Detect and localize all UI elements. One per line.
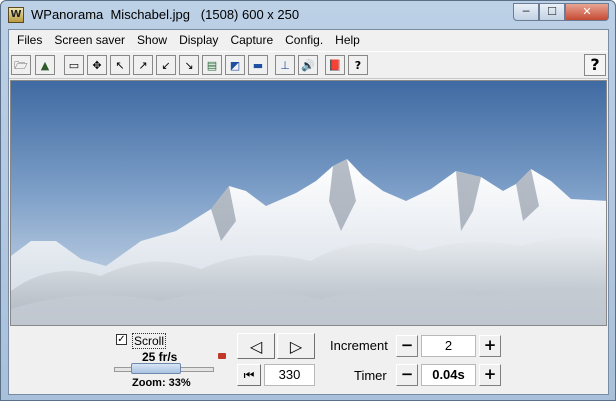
menu-bar: Files Screen saver Show Display Capture …: [9, 30, 608, 50]
timer-label: Timer: [354, 368, 387, 383]
fps-readout: 25 fr/s: [142, 350, 178, 364]
increment-field[interactable]: 2: [421, 335, 476, 357]
menu-capture[interactable]: Capture: [224, 30, 279, 50]
menu-screen-saver[interactable]: Screen saver: [48, 30, 131, 50]
scroll-checkbox[interactable]: ✓: [116, 334, 127, 345]
increment-plus-button[interactable]: +: [479, 335, 501, 357]
title-bar[interactable]: W WPanorama Mischabel.jpg (1508) 600 x 2…: [1, 1, 615, 29]
arrow-down-right-icon[interactable]: ↘: [179, 55, 199, 75]
menu-files[interactable]: Files: [11, 30, 48, 50]
panorama-icon[interactable]: ▤: [202, 55, 222, 75]
next-button[interactable]: ▷: [277, 333, 315, 359]
control-panel: ✓ Scroll 25 fr/s Zoom: 33% ◁ ▷ ⏮ 330 Inc…: [9, 328, 608, 394]
position-field[interactable]: 330: [264, 364, 315, 386]
zoom-readout: Zoom: 33%: [132, 377, 191, 389]
help-button[interactable]: ?: [584, 54, 606, 76]
menu-display[interactable]: Display: [173, 30, 224, 50]
timer-plus-button[interactable]: +: [479, 364, 501, 386]
book-icon[interactable]: 📕: [325, 55, 345, 75]
client-area: Files Screen saver Show Display Capture …: [8, 29, 609, 395]
window-title: WPanorama Mischabel.jpg (1508) 600 x 250: [31, 7, 300, 22]
timer-field[interactable]: 0.04s: [421, 364, 476, 386]
close-button[interactable]: ✕: [565, 3, 609, 21]
window-controls: ─ ☐ ✕: [513, 3, 609, 21]
arrow-up-right-icon[interactable]: ↗: [133, 55, 153, 75]
zoom-slider-thumb[interactable]: [130, 363, 181, 374]
help-book-icon[interactable]: ?: [348, 55, 368, 75]
menu-config[interactable]: Config.: [279, 30, 329, 50]
timer-minus-button[interactable]: −: [396, 364, 418, 386]
panorama-viewport[interactable]: [10, 80, 607, 326]
maximize-button[interactable]: ☐: [539, 3, 565, 21]
arrow-up-left-icon[interactable]: ↖: [110, 55, 130, 75]
move-icon[interactable]: ✥: [87, 55, 107, 75]
tripod-icon[interactable]: ⊥: [275, 55, 295, 75]
app-icon[interactable]: W: [8, 7, 24, 23]
speaker-icon[interactable]: 🔊: [298, 55, 318, 75]
picture-icon[interactable]: ▲: [35, 55, 55, 75]
open-file-icon[interactable]: 🗁: [11, 55, 31, 75]
scroll-label[interactable]: Scroll: [132, 333, 167, 349]
first-button[interactable]: ⏮: [237, 364, 261, 386]
prev-button[interactable]: ◁: [237, 333, 275, 359]
fit-window-icon[interactable]: ▭: [64, 55, 84, 75]
toolbar: 🗁 ▲ ▭ ✥ ↖ ↗ ↙ ↘ ▤ ◩ ▬ ⊥ 🔊 📕 ? ?: [9, 51, 608, 79]
strip-icon[interactable]: ▬: [248, 55, 268, 75]
panorama-image: [11, 81, 606, 325]
image-blue-icon[interactable]: ◩: [225, 55, 245, 75]
minimize-button[interactable]: ─: [513, 3, 539, 21]
increment-label: Increment: [330, 338, 388, 353]
increment-minus-button[interactable]: −: [396, 335, 418, 357]
menu-show[interactable]: Show: [131, 30, 173, 50]
record-icon: [218, 353, 226, 359]
menu-help[interactable]: Help: [329, 30, 366, 50]
app-window: W WPanorama Mischabel.jpg (1508) 600 x 2…: [0, 0, 616, 401]
arrow-down-left-icon[interactable]: ↙: [156, 55, 176, 75]
